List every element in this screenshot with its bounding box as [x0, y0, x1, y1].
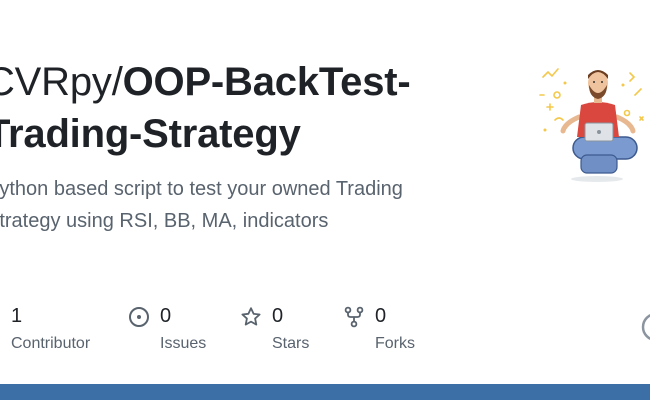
- repo-description: Python based script to test your owned T…: [0, 178, 403, 232]
- repo-owner: CVRpy/: [0, 60, 123, 104]
- github-logo-icon: [640, 311, 650, 343]
- repo-title[interactable]: CVRpy/OOP-BackTest- Trading-Strategy: [0, 56, 506, 160]
- repo-forked-icon: [343, 306, 365, 328]
- repo-stats: 1 Contributor 0 Issues 0 Stars 0 Forks: [0, 300, 500, 360]
- stars-label: Stars: [272, 335, 310, 352]
- repo-social-card: CVRpy/OOP-BackTest- Trading-Strategy Pyt…: [0, 0, 650, 400]
- language-bar: [0, 384, 650, 400]
- contributors-label: Contributor: [11, 335, 91, 352]
- stars-count: 0: [272, 305, 284, 327]
- issue-opened-icon: [128, 306, 150, 328]
- issues-label: Issues: [160, 335, 207, 352]
- meditating-developer-illustration: [535, 55, 650, 185]
- star-icon: [240, 306, 262, 328]
- repo-name-line1: OOP-BackTest-: [122, 60, 411, 104]
- contributors-count: 1: [11, 305, 23, 327]
- language-bar-python: [0, 384, 650, 400]
- forks-label: Forks: [375, 335, 415, 352]
- issues-count: 0: [160, 305, 172, 327]
- repo-name-line2: Trading-Strategy: [0, 112, 301, 156]
- forks-count: 0: [375, 305, 387, 327]
